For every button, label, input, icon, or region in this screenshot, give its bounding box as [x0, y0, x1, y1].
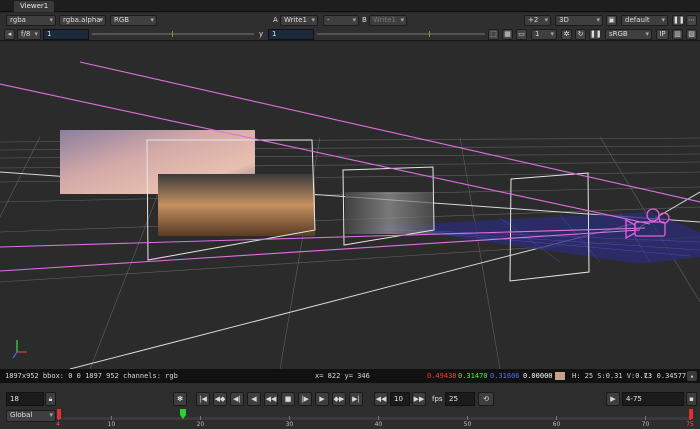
roi-icon[interactable]: ⬚ — [488, 28, 499, 40]
timeline-label: 20 — [196, 421, 205, 428]
timeline-tick — [378, 416, 380, 420]
alpha-channel-dropdown[interactable]: rgba.alpha — [59, 14, 106, 26]
timeline-label: 50 — [463, 421, 472, 428]
green-value: 0.31470 — [458, 372, 488, 380]
proxy-scale-dropdown[interactable]: 1 — [531, 28, 557, 40]
skip-frames-field[interactable]: 10 — [390, 392, 410, 406]
stop-icon[interactable]: ■ — [281, 392, 295, 406]
gamma-slider[interactable] — [317, 31, 485, 37]
cursor-coordinates: x= 822 y= 346 — [315, 372, 370, 380]
play-backward-alt-icon[interactable]: ◀◀ — [264, 392, 278, 406]
timeline-tick — [467, 416, 469, 420]
gamma-slider-handle[interactable] — [429, 31, 430, 37]
input-b-label: B — [362, 16, 367, 24]
resolution-info: 1897x952 bbox: 0 0 1897 952 channels: rg… — [5, 372, 178, 380]
color-swatch — [555, 372, 565, 380]
current-frame-field[interactable]: 18 — [6, 392, 44, 406]
fps-label: fps — [432, 395, 443, 403]
gain-slider[interactable] — [92, 31, 254, 37]
exposure-toggle-icon[interactable]: ◂ — [4, 28, 15, 40]
timeline-label: 70 — [641, 421, 650, 428]
timeline-label: 60 — [552, 421, 561, 428]
pause-render-icon[interactable]: ❚❚ — [589, 28, 602, 40]
gain-slider-handle[interactable] — [172, 31, 173, 37]
pause-icon[interactable]: ❚❚ — [672, 14, 685, 26]
panel-tab-bar: Viewer1 — [0, 0, 700, 12]
pixel-info-bar: 1897x952 bbox: 0 0 1897 952 channels: rg… — [0, 369, 700, 383]
first-frame-icon[interactable]: |◀ — [196, 392, 210, 406]
camera-icon[interactable]: ▣ — [606, 14, 617, 26]
view-mode-dropdown[interactable]: 3D — [555, 14, 603, 26]
channels-dropdown[interactable]: rgba — [6, 14, 56, 26]
snowflake-icon[interactable]: ✻ — [173, 392, 187, 406]
next-keyframe-icon[interactable]: ◆▶ — [332, 392, 346, 406]
frame-range-mode-dropdown[interactable]: Global — [6, 410, 56, 422]
viewer-toolbar-bottom: ◂ f/8 1 y 1 ⬚ ▦ ▭ 1 ✲ ↻ ❚❚ sRGB IP ▥ ▧ — [0, 27, 700, 41]
split-view-icon[interactable]: ▥ — [672, 28, 683, 40]
input-a-dropdown[interactable]: Write1 — [280, 14, 318, 26]
blue-value: 0.31606 — [490, 372, 520, 380]
axis-gizmo-icon — [12, 340, 27, 359]
skip-forward-icon[interactable]: ▶▶ — [412, 392, 426, 406]
hatch-icon[interactable]: ▧ — [686, 28, 697, 40]
lock-icon[interactable]: 🔒︎ — [45, 392, 56, 406]
playback-controls: 18 🔒︎ Global ✻ |◀ ◀◆ ◀| ◀ ◀◀ ■ |▶ ▶ ◆▶ ▶… — [0, 383, 700, 429]
settings-gear-icon[interactable]: ✲ — [561, 28, 572, 40]
luma-info: L: 0.34577 — [644, 372, 687, 380]
3d-viewport[interactable] — [0, 42, 700, 369]
fstop-dropdown[interactable]: f/8 — [17, 28, 41, 40]
cloud-card-3[interactable] — [345, 192, 433, 234]
timeline-tick — [645, 416, 647, 420]
input-a-label: A — [273, 16, 278, 24]
prev-keyframe-icon[interactable]: ◀◆ — [213, 392, 227, 406]
timeline-tick — [111, 416, 113, 420]
timeline-track[interactable] — [58, 417, 690, 420]
gamma-field[interactable]: 1 — [268, 28, 314, 40]
timeline-label: 10 — [107, 421, 116, 428]
timeline-label: 30 — [285, 421, 294, 428]
sky-card-2[interactable] — [158, 174, 315, 236]
in-point-marker[interactable] — [57, 409, 61, 419]
timeline-label: 75 — [686, 421, 694, 428]
tab-viewer1[interactable]: Viewer1 — [14, 1, 55, 12]
timeline-tick — [289, 416, 291, 420]
out-point-marker[interactable] — [689, 409, 693, 419]
range-lock-icon[interactable]: ▪ — [686, 392, 697, 406]
proxy-icon[interactable]: ▭ — [516, 28, 527, 40]
colorspace-dropdown[interactable]: sRGB — [605, 28, 652, 40]
wipe-mode-dropdown[interactable]: - — [323, 14, 359, 26]
frame-range-field[interactable]: 4-75 — [622, 392, 684, 406]
gain-field[interactable]: 1 — [43, 28, 89, 40]
alpha-value: 0.00000 — [523, 372, 553, 380]
camera-dropdown[interactable]: default — [621, 14, 668, 26]
play-backward-icon[interactable]: ◀ — [247, 392, 261, 406]
timeline-tick — [200, 416, 202, 420]
input-b-dropdown[interactable]: Write1 — [369, 14, 407, 26]
input-process-button[interactable]: IP — [656, 28, 669, 40]
range-play-icon[interactable]: ▶ — [606, 392, 620, 406]
refresh-icon[interactable]: ↻ — [575, 28, 586, 40]
display-mode-dropdown[interactable]: RGB — [110, 14, 157, 26]
step-back-icon[interactable]: ◀| — [230, 392, 244, 406]
timeline-label: 40 — [374, 421, 383, 428]
fps-field[interactable]: 25 — [445, 392, 475, 406]
hsv-info: H: 25 S:0.31 V:0.73 — [572, 372, 653, 380]
downscale-dropdown[interactable]: +2 — [524, 14, 551, 26]
loop-icon[interactable]: ⟲ — [478, 392, 494, 406]
timeline-label: 4 — [56, 421, 60, 428]
viewer-toolbar-top: rgba rgba.alpha RGB A Write1 - B Write1 … — [0, 13, 700, 27]
step-forward-icon[interactable]: |▶ — [298, 392, 312, 406]
gamma-label: y — [259, 30, 264, 38]
timeline-ruler[interactable]: 4 10 20 30 40 50 60 70 75 — [56, 416, 694, 429]
skip-back-icon[interactable]: ◀◀ — [374, 392, 388, 406]
last-frame-icon[interactable]: ▶| — [349, 392, 363, 406]
red-value: 0.49438 — [427, 372, 457, 380]
3d-scene — [0, 61, 700, 369]
clip-warning-icon[interactable]: ▦ — [502, 28, 513, 40]
timeline-tick — [556, 416, 558, 420]
options-icon[interactable]: ⋯ — [686, 14, 697, 26]
playhead-marker[interactable] — [180, 409, 186, 419]
play-forward-icon[interactable]: ▶ — [315, 392, 329, 406]
expand-info-icon[interactable]: ▴ — [687, 371, 697, 381]
